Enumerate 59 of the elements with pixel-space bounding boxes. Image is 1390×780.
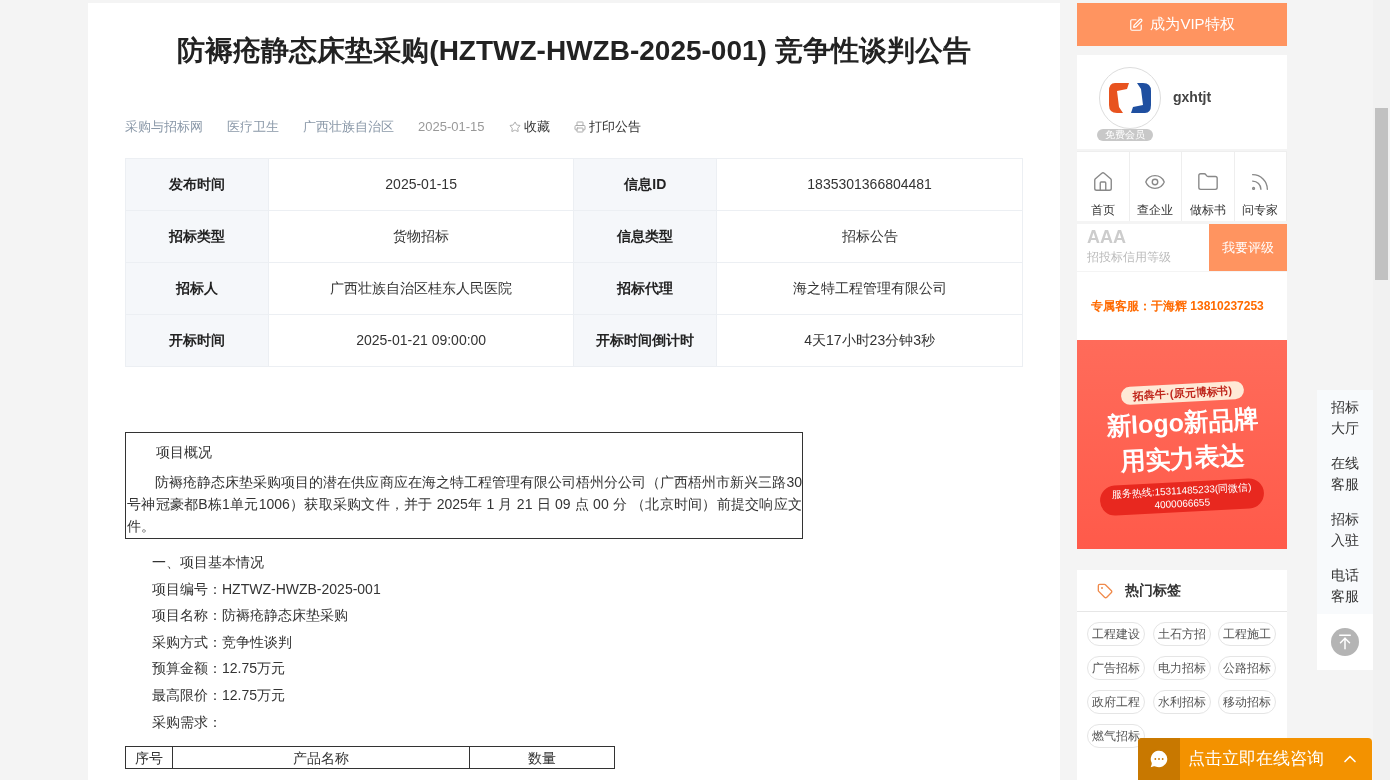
home-icon [1091,171,1114,193]
article-text: 项目编号：HZTWZ-HWZB-2025-001 [152,579,382,599]
float-nav-item[interactable]: 招标大厅 [1317,390,1373,446]
star-icon [508,121,521,133]
article-text: 一、项目基本情况 [152,553,265,572]
company-logo-icon [1107,81,1153,115]
arrow-up-icon [1336,633,1354,651]
edit-icon [1129,17,1144,32]
overview-text: 防褥疮静态床垫采购项目的潜在供应商应在海之特工程管理有限公司梧州分公司（广西梧州市新兴三路30号神冠豪都B栋1单元1006）获取采购文件，并于 2025年 1 月 21 日 09 点 00 分 （北京时间）前提交响应文件。 [126,473,802,536]
print-link[interactable]: 打印公告 [588,117,641,137]
tag-icon [1097,582,1113,599]
float-nav-item[interactable]: 电话客服 [1317,558,1373,614]
folder-icon [1196,171,1219,193]
credit-caption: 招投标信用等级 [1087,249,1172,266]
info-value: 2025-01-15 [268,158,574,211]
banner-headline: 用实力表达 [1118,439,1246,478]
article-title: 防褥疮静态床垫采购(HZTWZ-HWZB-2025-001) 竞争性谈判公告 [176,34,972,68]
info-value: 2025-01-21 09:00:00 [268,314,574,367]
info-label: 招标类型 [125,210,269,263]
table-header: 数量 [469,746,615,769]
article-text: 预算金额：12.75万元 [152,659,287,679]
info-label: 信息类型 [573,210,717,263]
info-label: 信息ID [573,158,717,211]
info-value: 货物招标 [268,210,574,263]
info-value: 1835301366804481 [716,158,1023,211]
chat-icon [1148,748,1170,770]
article-text: 项目名称：防褥疮静态床垫采购 [152,606,349,626]
favorite-link[interactable]: 收藏 [523,117,550,137]
info-value: 广西壮族自治区桂东人民医院 [268,262,574,315]
banner-phone: 4000066655 [1154,496,1211,512]
publish-date: 2025-01-15 [418,118,485,137]
info-label: 招标人 [125,262,269,315]
float-nav-item[interactable]: 在线客服 [1317,446,1373,502]
info-value: 海之特工程管理有限公司 [716,262,1023,315]
article-text: 采购方式：竞争性谈判 [152,632,293,652]
info-label: 招标代理 [573,262,717,315]
info-label: 开标时间倒计时 [573,314,717,367]
banner-headline: 新logo新品牌 [1104,403,1260,442]
quick-link[interactable]: 查企业 [1129,152,1182,221]
info-label: 开标时间 [125,314,269,367]
overview-heading: 项目概况 [155,443,213,462]
info-label: 发布时间 [125,158,269,211]
table-header: 序号 [125,746,173,769]
banner-tag: 拓犇牛·(原元博标书) [1120,380,1244,406]
article-text: 最高限价：12.75万元 [152,685,287,705]
panel-title: 热门标签 [1125,581,1181,600]
quick-link[interactable]: 首页 [1077,152,1130,221]
quick-link[interactable]: 问专家 [1234,152,1287,221]
back-to-top-button[interactable] [1331,628,1359,656]
info-value: 4天17小时23分钟3秒 [716,314,1023,367]
quick-link[interactable]: 做标书 [1182,152,1235,221]
username: gxhtjt [1173,87,1212,107]
service-contact: 专属客服：于海辉 13810237253 [1091,298,1264,315]
float-nav-item[interactable]: 招标入驻 [1317,502,1373,558]
printer-icon [573,121,586,133]
article-text: 采购需求： [152,712,223,732]
scrollbar-thumb[interactable] [1375,108,1388,280]
info-value: 招标公告 [716,210,1023,263]
table-header: 产品名称 [172,746,470,769]
